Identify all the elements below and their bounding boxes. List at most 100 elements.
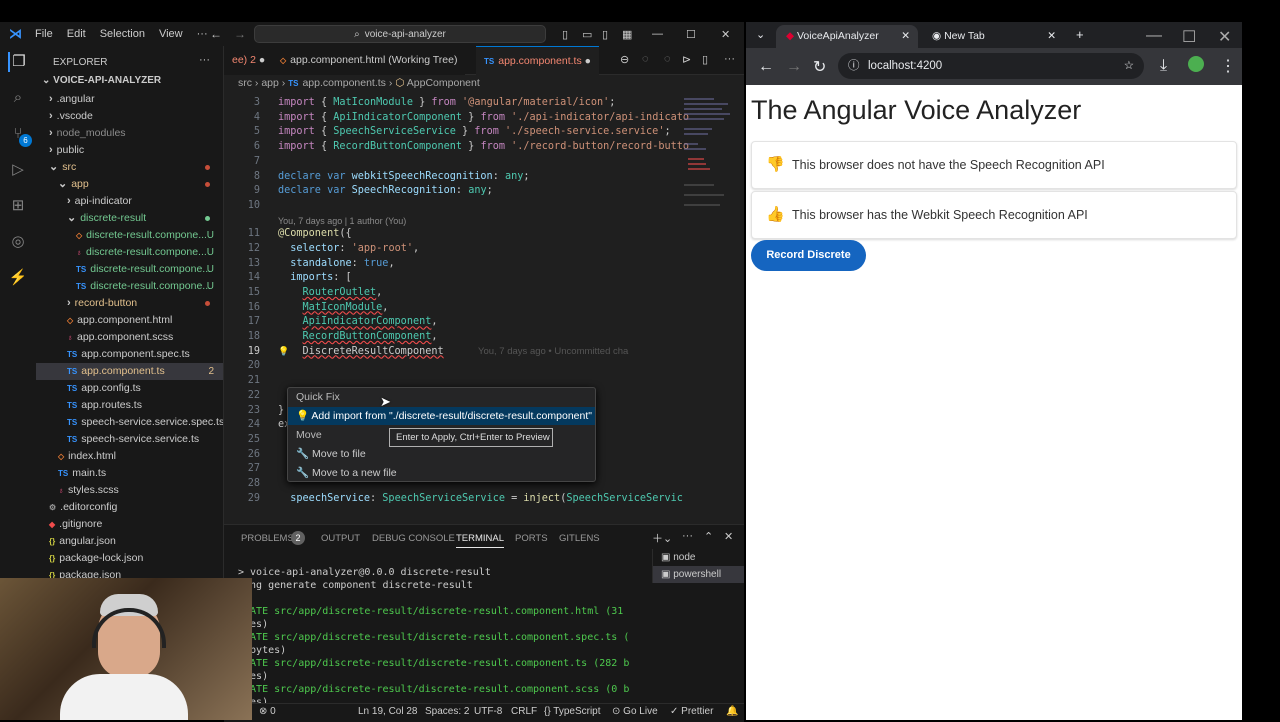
bookmark-star-icon[interactable]: ☆ [1124, 53, 1134, 79]
layout-panel-icon[interactable]: ▭ [582, 28, 592, 41]
project-header[interactable]: ⌄ VOICE-API-ANALYZER [42, 75, 161, 86]
terminal-output[interactable]: > voice-api-analyzer@0.0.0 discrete-resu… [238, 566, 629, 722]
close-panel-icon[interactable]: ✕ [724, 530, 733, 543]
menu-item[interactable]: View [152, 28, 190, 40]
split-editor-icon[interactable]: ▯ [702, 53, 708, 66]
extensions-icon[interactable]: ⊞ [8, 196, 28, 216]
tree-item[interactable]: TS speech-service.service.ts [36, 431, 223, 448]
tree-item[interactable]: TS app.component.spec.ts [36, 346, 223, 363]
new-tab-icon[interactable]: + [1076, 27, 1084, 42]
tree-item[interactable]: TS speech-service.service.spec.ts [36, 414, 223, 431]
tree-item[interactable]: {} package-lock.json [36, 550, 223, 567]
close-window-icon[interactable]: ✕ [1218, 27, 1231, 47]
code-line[interactable]: 19 DiscreteResultComponent 💡 You, 7 days a… [224, 345, 744, 360]
code-line[interactable]: 6 import { RecordButtonComponent } from '… [224, 140, 744, 155]
status-spaces[interactable]: Spaces: 2 [425, 706, 469, 717]
tree-item[interactable]: TS discrete-result.compone... U [36, 278, 223, 295]
tree-item[interactable]: › api-indicator [36, 193, 223, 210]
forward-arrow-icon[interactable]: → [234, 27, 246, 41]
back-icon[interactable]: ← [758, 58, 774, 76]
breadcrumb-app[interactable]: app [261, 77, 279, 89]
tab-changes[interactable]: ee) 2 ● [224, 46, 274, 75]
minimize-icon[interactable]: — [652, 28, 663, 40]
breadcrumb-symbol[interactable]: AppComponent [407, 77, 480, 89]
address-bar[interactable]: ⓘ localhost:4200 ☆ [838, 53, 1144, 79]
code-line[interactable]: 20 [224, 359, 744, 374]
tree-item[interactable]: ◆ .gitignore [36, 516, 223, 533]
menu-item[interactable]: Selection [93, 28, 152, 40]
code-line[interactable]: 4 import { ApiIndicatorComponent } from '… [224, 111, 744, 126]
status-encoding[interactable]: UTF-8 [474, 706, 502, 717]
code-line[interactable]: 15 RouterOutlet, [224, 286, 744, 301]
maximize-icon[interactable]: ☐ [686, 28, 696, 41]
maximize-panel-icon[interactable]: ⌃ [704, 530, 713, 543]
code-line[interactable]: 11 @Component({ [224, 227, 744, 242]
tree-item[interactable]: › record-button [36, 295, 223, 312]
status-language[interactable]: {} TypeScript [544, 706, 601, 717]
chrome-menu-icon[interactable]: ⋮ [1220, 56, 1236, 76]
status-go-live[interactable]: ⊙ Go Live [612, 706, 658, 717]
minimize-icon[interactable]: — [1146, 27, 1162, 45]
tab-new-tab[interactable]: ◉ New Tab ✕ [924, 25, 1064, 48]
tab-search-icon[interactable]: ⌄ [756, 28, 765, 41]
panel-tab-ports[interactable]: PORTS [515, 533, 548, 544]
tree-item[interactable]: ♁ app.component.scss [36, 329, 223, 346]
code-line[interactable]: 7 [224, 155, 744, 170]
code-line[interactable]: 18 RecordButtonComponent, [224, 330, 744, 345]
code-line[interactable]: 5 import { SpeechServiceService } from '.… [224, 125, 744, 140]
menu-item[interactable]: Edit [60, 28, 93, 40]
move-to-file-option[interactable]: 🔧 Move to file [288, 445, 595, 463]
tree-item[interactable]: TS main.ts [36, 465, 223, 482]
tab-voice-api-analyzer[interactable]: ◆ VoiceApiAnalyzer ✕ [776, 25, 918, 48]
run-icon[interactable]: ⊳ [682, 53, 691, 66]
command-center-search[interactable]: ⌕ voice-api-analyzer [254, 25, 546, 43]
tree-item[interactable]: ◇ discrete-result.compone... U [36, 227, 223, 244]
reload-icon[interactable]: ↻ [813, 57, 826, 77]
more-actions-icon[interactable]: ··· [199, 54, 210, 66]
code-line[interactable]: 9 declare var SpeechRecognition: any; [224, 184, 744, 199]
tree-item[interactable]: {} angular.json [36, 533, 223, 550]
add-import-option[interactable]: 💡 Add import from "./discrete-result/dis… [288, 407, 595, 425]
close-tab-icon[interactable]: ✕ [901, 25, 910, 48]
notifications-icon[interactable]: 🔔 [726, 706, 738, 717]
forward-icon[interactable]: → [786, 58, 802, 76]
customize-layout-icon[interactable]: ▦ [622, 28, 632, 41]
timeline-icon[interactable]: ⊖ [620, 53, 629, 66]
tab-html-working-tree[interactable]: ◇ app.component.html (Working Tree) [272, 46, 466, 75]
new-terminal-icon[interactable]: ＋⌄ [652, 530, 672, 546]
terminal-instance[interactable]: ▣ node [653, 549, 744, 566]
tree-item[interactable]: ⌄ app [36, 176, 223, 193]
tree-item[interactable]: ⌄ src [36, 159, 223, 176]
code-line[interactable]: 16 MatIconModule, [224, 301, 744, 316]
tree-item[interactable]: TS app.component.ts 2 [36, 363, 223, 380]
tree-item[interactable]: › .angular [36, 91, 223, 108]
tab-app-component-ts[interactable]: TS app.component.ts ● [476, 46, 599, 75]
code-line[interactable]: 12 selector: 'app-root', [224, 242, 744, 257]
tree-item[interactable]: TS app.config.ts [36, 380, 223, 397]
next-change-icon[interactable]: ◌ [664, 53, 671, 65]
terminal-instance[interactable]: ▣ powershell [653, 566, 744, 583]
lightbulb-icon[interactable]: 💡 [278, 345, 289, 360]
tree-item[interactable]: ⌄ discrete-result [36, 210, 223, 227]
panel-tab-debug-console[interactable]: DEBUG CONSOLE [372, 533, 455, 544]
run-debug-icon[interactable]: ▷ [8, 160, 28, 180]
search-icon[interactable]: ⌕ [8, 88, 28, 108]
source-control-icon[interactable]: ⑂ 6 [8, 124, 32, 147]
maximize-icon[interactable]: ☐ [1182, 27, 1196, 47]
move-to-new-file-option[interactable]: 🔧 Move to a new file [288, 464, 595, 482]
editor-more-icon[interactable]: ··· [724, 53, 735, 65]
panel-more-icon[interactable]: ··· [682, 530, 693, 542]
menu-item[interactable]: File [28, 28, 60, 40]
status-position[interactable]: Ln 19, Col 28 [358, 706, 418, 717]
tree-item[interactable]: ⚙ .editorconfig [36, 499, 223, 516]
prev-change-icon[interactable]: ◌ [642, 53, 649, 65]
close-window-icon[interactable]: ✕ [721, 28, 730, 41]
testing-icon[interactable]: ⚡ [8, 268, 28, 288]
code-line[interactable]: 3 import { MatIconModule } from '@angular… [224, 96, 744, 111]
code-line[interactable]: 17 ApiIndicatorComponent, [224, 315, 744, 330]
status-eol[interactable]: CRLF [511, 706, 537, 717]
explorer-icon[interactable]: ❐ [8, 52, 28, 72]
panel-tab-output[interactable]: OUTPUT [321, 533, 360, 544]
tree-item[interactable]: TS app.routes.ts [36, 397, 223, 414]
remote-icon[interactable]: ◎ [8, 232, 28, 252]
